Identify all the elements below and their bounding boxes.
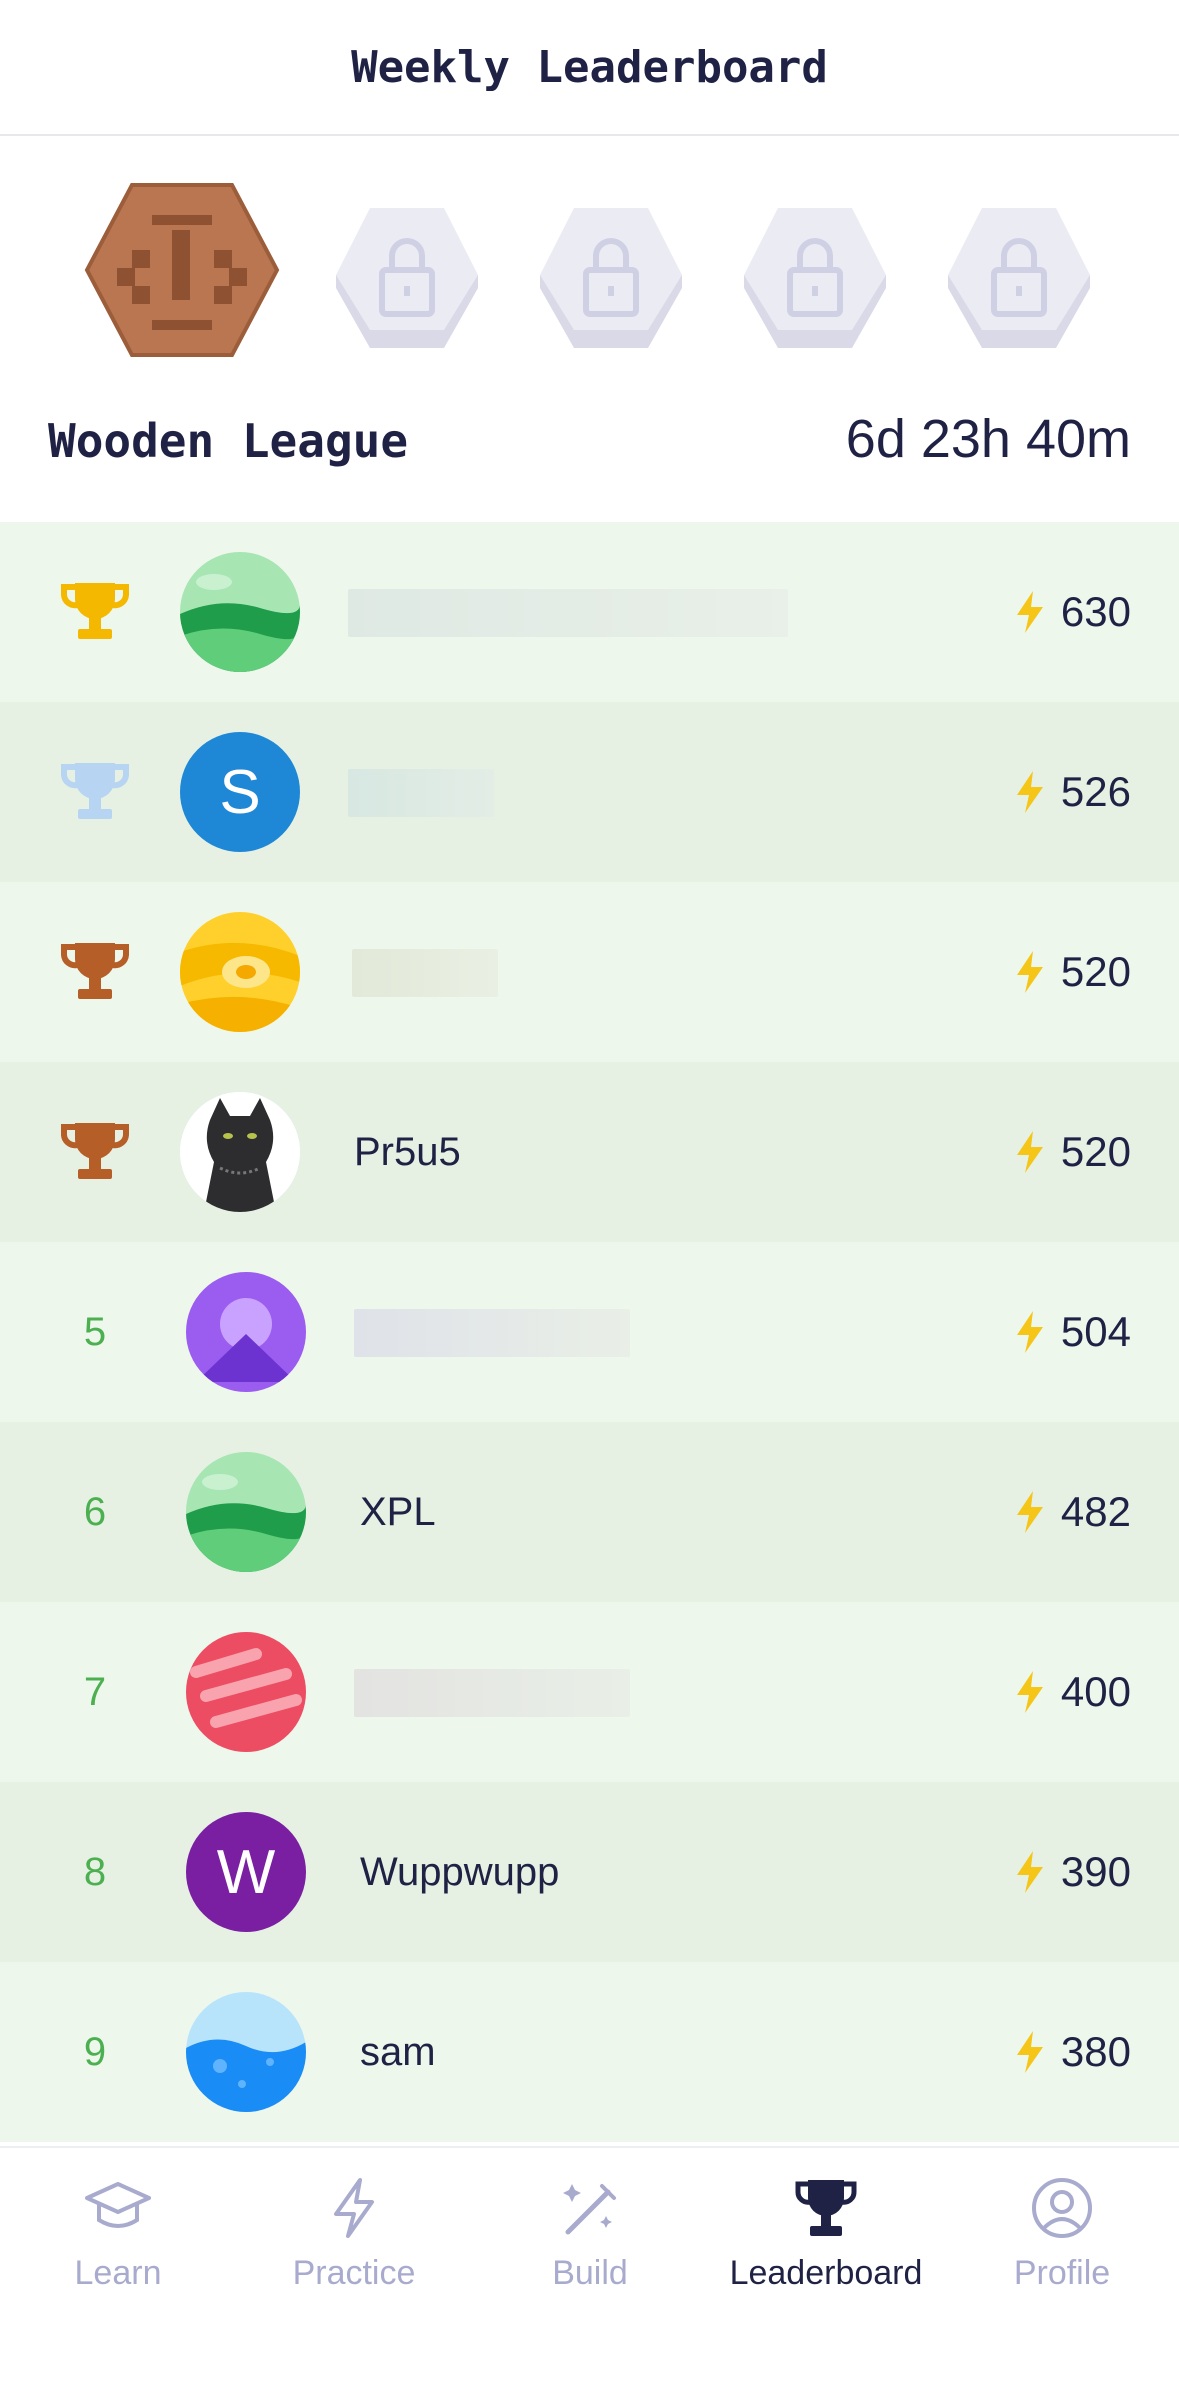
hidden-username — [352, 949, 498, 997]
league-name: Wooden League — [48, 414, 409, 468]
rank-number: 9 — [83, 2029, 107, 2074]
score-value: 526 — [1060, 768, 1131, 815]
leaderboard-row[interactable]: 520 — [0, 882, 1179, 1062]
avatar — [186, 1452, 306, 1572]
score-value: 520 — [1060, 1128, 1131, 1175]
avatar — [186, 1272, 306, 1392]
score-value: 630 — [1060, 588, 1131, 635]
avatar-letter: S — [219, 757, 261, 827]
avatar-letter: W — [216, 1837, 276, 1907]
leaderboard-list: 630 S 526 520 Pr5u5 520 5 504 6 XPL 482 … — [0, 522, 1179, 2142]
leaderboard-row[interactable]: S 526 — [0, 702, 1179, 882]
gold-trophy-icon — [40, 522, 150, 702]
avatar — [186, 1992, 306, 2112]
magic-wand-icon — [558, 2168, 622, 2248]
leaderboard-row[interactable]: 7 400 — [0, 1602, 1179, 1782]
username: Wuppwupp — [360, 1849, 560, 1894]
lightning-icon — [1015, 2031, 1045, 2073]
username: XPL — [360, 1489, 436, 1534]
tab-leaderboard[interactable]: Leaderboard — [708, 2168, 944, 2318]
score-value: 504 — [1060, 1308, 1131, 1355]
lightning-icon — [1015, 1671, 1045, 1713]
hidden-username — [354, 1309, 630, 1357]
score-value: 380 — [1060, 2028, 1131, 2075]
locked-badge[interactable] — [740, 200, 890, 355]
rank-number: 6 — [83, 1489, 107, 1534]
silver-trophy-icon — [40, 702, 150, 882]
avatar — [186, 1632, 306, 1752]
tab-profile[interactable]: Profile — [944, 2168, 1179, 2318]
avatar: S — [180, 732, 300, 852]
avatar — [180, 912, 300, 1032]
xp-score: 630 — [1015, 522, 1131, 702]
rank-number: 7 — [83, 1669, 107, 1714]
hidden-username — [348, 589, 788, 637]
leaderboard-row[interactable]: 630 — [0, 522, 1179, 702]
league-badges — [0, 170, 1179, 390]
xp-score: 520 — [1015, 1062, 1131, 1242]
avatar — [180, 552, 300, 672]
lightning-icon — [1015, 1131, 1045, 1173]
tab-label: Build — [552, 2254, 628, 2292]
hidden-username — [354, 1669, 630, 1717]
lightning-icon — [1015, 1311, 1045, 1353]
league-countdown: 6d 23h 40m — [845, 409, 1131, 469]
tab-label: Learn — [74, 2254, 162, 2292]
xp-score: 526 — [1015, 702, 1131, 882]
bronze-trophy-icon — [40, 1062, 150, 1242]
username: Pr5u5 — [354, 1129, 461, 1174]
avatar: W — [186, 1812, 306, 1932]
rank-number: 5 — [83, 1309, 107, 1354]
page-title: Weekly Leaderboard — [351, 41, 828, 93]
tab-label: Practice — [292, 2254, 416, 2292]
leaderboard-row[interactable]: Pr5u5 520 — [0, 1062, 1179, 1242]
xp-score: 504 — [1015, 1242, 1131, 1422]
trophy-icon — [794, 2168, 858, 2248]
graduation-cap-icon — [83, 2168, 153, 2248]
lightning-icon — [326, 2168, 382, 2248]
locked-badge[interactable] — [536, 200, 686, 355]
leaderboard-row[interactable]: 6 XPL 482 — [0, 1422, 1179, 1602]
score-value: 482 — [1060, 1488, 1131, 1535]
tab-learn[interactable]: Learn — [0, 2168, 236, 2318]
wooden-league-badge[interactable] — [82, 170, 282, 375]
xp-score: 400 — [1015, 1602, 1131, 1782]
lightning-icon — [1015, 1491, 1045, 1533]
lightning-icon — [1015, 591, 1045, 633]
locked-badge[interactable] — [332, 200, 482, 355]
leaderboard-row[interactable]: 9 sam 380 — [0, 1962, 1179, 2142]
xp-score: 520 — [1015, 882, 1131, 1062]
xp-score: 380 — [1015, 1962, 1131, 2142]
score-value: 400 — [1060, 1668, 1131, 1715]
xp-score: 390 — [1015, 1782, 1131, 1962]
bronze-trophy-icon — [40, 882, 150, 1062]
bottom-tab-bar: Learn Practice Build Leaderboard Profile — [0, 2146, 1179, 2398]
lightning-icon — [1015, 1851, 1045, 1893]
leaderboard-row[interactable]: 5 504 — [0, 1242, 1179, 1422]
hidden-username — [348, 769, 494, 817]
lightning-icon — [1015, 951, 1045, 993]
lightning-icon — [1015, 771, 1045, 813]
rank-number: 8 — [83, 1849, 107, 1894]
tab-label: Profile — [1013, 2254, 1111, 2292]
xp-score: 482 — [1015, 1422, 1131, 1602]
avatar — [180, 1092, 300, 1212]
locked-badge[interactable] — [944, 200, 1094, 355]
tab-label: Leaderboard — [729, 2254, 923, 2292]
league-info: Wooden League 6d 23h 40m — [0, 400, 1179, 490]
user-circle-icon — [1030, 2168, 1094, 2248]
tab-practice[interactable]: Practice — [236, 2168, 472, 2318]
score-value: 520 — [1060, 948, 1131, 995]
username: sam — [360, 2029, 436, 2074]
score-value: 390 — [1060, 1848, 1131, 1895]
leaderboard-row[interactable]: 8 W Wuppwupp 390 — [0, 1782, 1179, 1962]
tab-build[interactable]: Build — [472, 2168, 708, 2318]
top-header: Weekly Leaderboard — [0, 0, 1179, 136]
